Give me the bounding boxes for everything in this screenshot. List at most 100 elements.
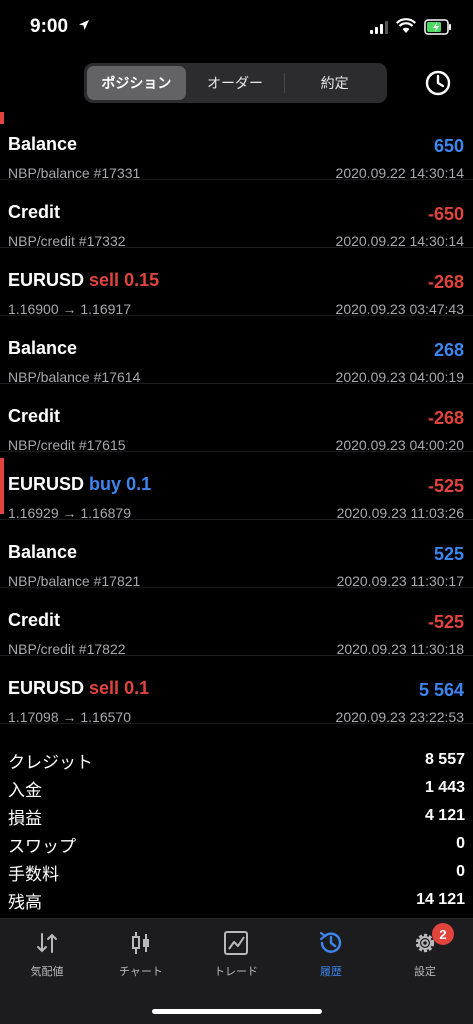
deal-prices: 1.16929 → 1.16879 xyxy=(8,505,131,521)
deal-title: EURUSD sell 0.15 xyxy=(8,270,159,291)
tab-history[interactable]: 履歴 xyxy=(284,929,378,989)
history-row[interactable]: Balance NBP/balance #17821 525 2020.09.2… xyxy=(0,520,473,589)
summary-value: 0 xyxy=(456,863,465,880)
tab-label: 設定 xyxy=(414,966,436,978)
summary-label: 手数料 xyxy=(8,864,59,884)
summary-row-credit: クレジット 8 557 xyxy=(0,746,473,774)
position-marker xyxy=(0,458,4,514)
quotes-arrows-icon xyxy=(37,933,57,953)
summary-value: 8 557 xyxy=(424,751,465,768)
deal-amount: -525 xyxy=(427,612,464,632)
deal-comment: NBP/balance #17821 xyxy=(8,573,141,589)
deal-title: Balance xyxy=(8,542,77,563)
deal-amount: 525 xyxy=(433,544,464,564)
summary-row-commission: 手数料 0 xyxy=(0,858,473,886)
home-indicator xyxy=(152,1009,322,1014)
deal-symbol: Credit xyxy=(8,406,61,426)
deal-side: sell xyxy=(89,678,120,698)
battery-charging-icon xyxy=(424,19,451,35)
deal-time: 2020.09.23 04:00:19 xyxy=(335,369,464,385)
deal-symbol: EURUSD xyxy=(8,270,85,290)
deal-time: 2020.09.22 14:30:14 xyxy=(335,233,464,249)
status-bar: 9:00 xyxy=(0,0,473,56)
deal-amount: -525 xyxy=(427,476,464,496)
tab-chart[interactable]: チャート xyxy=(94,929,188,989)
tab-positions[interactable]: ポジション xyxy=(87,66,186,100)
status-time: 9:00 xyxy=(30,16,69,37)
deal-comment: NBP/balance #17331 xyxy=(8,165,141,181)
deal-symbol: EURUSD xyxy=(8,678,85,698)
deal-volume: 0.1 xyxy=(124,678,150,698)
deal-amount: -650 xyxy=(427,204,464,224)
deal-amount: -268 xyxy=(427,408,464,428)
history-row[interactable]: Balance NBP/balance #17614 268 2020.09.2… xyxy=(0,316,473,385)
history-row[interactable]: Balance NBP/balance #17331 650 2020.09.2… xyxy=(0,112,473,181)
history-list: Balance NBP/balance #17331 650 2020.09.2… xyxy=(0,112,473,725)
deal-title: Credit xyxy=(8,202,60,223)
notification-badge: 2 xyxy=(432,923,454,945)
summary-label: 残高 xyxy=(8,892,42,912)
deal-time: 2020.09.23 11:30:17 xyxy=(336,573,464,589)
summary-value: 4 121 xyxy=(424,807,465,824)
segmented-control: ポジション オーダー 約定 xyxy=(84,63,387,103)
summary-value: 1 443 xyxy=(424,779,465,796)
tab-orders[interactable]: オーダー xyxy=(186,66,285,100)
tab-trade[interactable]: トレード xyxy=(189,929,283,989)
deal-title: Balance xyxy=(8,338,77,359)
history-row[interactable]: EURUSD sell 0.15 1.16900 → 1.16917 -268 … xyxy=(0,248,473,317)
history-row[interactable]: EURUSD sell 0.1 1.17098 → 1.16570 5 564 … xyxy=(0,656,473,725)
candlestick-icon xyxy=(132,932,149,954)
wifi-icon xyxy=(396,18,416,33)
history-row[interactable]: Credit NBP/credit #17332 -650 2020.09.22… xyxy=(0,180,473,249)
summary-label: クレジット xyxy=(8,752,93,772)
deal-time: 2020.09.23 23:22:53 xyxy=(335,709,464,725)
deal-side: buy xyxy=(89,474,122,494)
tab-settings[interactable]: 2 設定 xyxy=(378,923,472,989)
deal-amount: 5 564 xyxy=(418,680,464,700)
deal-comment: NBP/balance #17614 xyxy=(8,369,141,385)
deal-title: Balance xyxy=(8,134,77,155)
deal-title: EURUSD sell 0.1 xyxy=(8,678,149,699)
tab-label: 履歴 xyxy=(320,966,342,978)
tab-label: トレード xyxy=(214,966,258,978)
deal-time: 2020.09.23 04:00:20 xyxy=(335,437,464,453)
summary-label: スワップ xyxy=(8,836,76,856)
tab-quotes[interactable]: 気配値 xyxy=(0,929,94,989)
location-arrow-icon xyxy=(79,20,89,30)
deal-volume: 0.15 xyxy=(124,270,160,290)
deal-symbol: Balance xyxy=(8,542,78,562)
tab-label: 気配値 xyxy=(30,966,64,978)
summary-row-swap: スワップ 0 xyxy=(0,830,473,858)
deal-title: Credit xyxy=(8,610,60,631)
deal-time: 2020.09.22 14:30:14 xyxy=(335,165,464,181)
deal-symbol: Credit xyxy=(8,610,61,630)
account-summary: クレジット 8 557 入金 1 443 損益 4 121 スワップ 0 手数料 0 残高… xyxy=(0,746,473,914)
deal-time: 2020.09.23 03:47:43 xyxy=(335,301,464,317)
summary-row-profit: 損益 4 121 xyxy=(0,802,473,830)
history-row[interactable]: Credit NBP/credit #17615 -268 2020.09.23… xyxy=(0,384,473,453)
deal-symbol: EURUSD xyxy=(8,474,85,494)
summary-label: 損益 xyxy=(8,808,42,828)
history-row[interactable]: EURUSD buy 0.1 1.16929 → 1.16879 -525 20… xyxy=(0,452,473,521)
trade-chart-icon xyxy=(224,931,248,955)
history-clock-icon xyxy=(319,931,342,953)
deal-comment: NBP/credit #17332 xyxy=(8,233,126,249)
deal-prices: 1.17098 → 1.16570 xyxy=(8,709,131,725)
deal-amount: 650 xyxy=(433,136,464,156)
period-clock-icon[interactable] xyxy=(424,69,452,97)
deal-amount: 268 xyxy=(433,340,464,360)
deal-amount: -268 xyxy=(427,272,464,292)
deal-comment: NBP/credit #17822 xyxy=(8,641,126,657)
summary-row-balance: 残高 14 121 xyxy=(0,886,473,914)
deal-title: EURUSD buy 0.1 xyxy=(8,474,151,495)
summary-label: 入金 xyxy=(8,780,42,800)
history-row[interactable]: Credit NBP/credit #17822 -525 2020.09.23… xyxy=(0,588,473,657)
deal-volume: 0.1 xyxy=(126,474,152,494)
deal-time: 2020.09.23 11:30:18 xyxy=(336,641,464,657)
deal-title: Credit xyxy=(8,406,60,427)
deal-symbol: Credit xyxy=(8,202,61,222)
tab-deals[interactable]: 約定 xyxy=(285,66,384,100)
deal-comment: NBP/credit #17615 xyxy=(8,437,126,453)
tab-label: チャート xyxy=(119,966,163,978)
summary-value: 0 xyxy=(456,835,465,852)
